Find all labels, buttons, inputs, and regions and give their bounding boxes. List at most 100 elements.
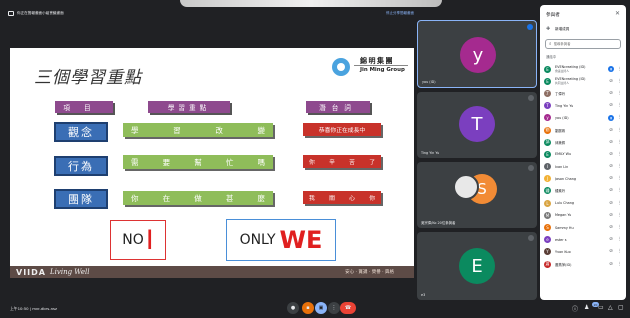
more-vert-icon[interactable]: ⋮ [618, 103, 623, 108]
activities-icon[interactable]: △ [608, 304, 613, 311]
info-icon[interactable]: ⓘ [572, 304, 578, 313]
more-vert-icon[interactable]: ⋮ [618, 128, 623, 133]
more-vert-icon[interactable]: ⋮ [618, 140, 623, 145]
participant-row[interactable]: 劉劉麗珠 ⊘ ⋮ [544, 124, 624, 136]
point-row-3: 你 在 做 甚 麼 [123, 191, 273, 205]
mic-muted-icon [528, 165, 534, 171]
participant-row[interactable]: E EVENcreating (ID) 共同主持人 ⊘ ⋮ [544, 75, 624, 87]
point-char: 習 [173, 125, 181, 135]
mic-muted-icon[interactable]: ⊘ [608, 103, 614, 109]
participant-row[interactable]: L Lulu Chang ⊘ ⋮ [544, 197, 624, 209]
stop-presenting-link[interactable]: 停止分享簡報畫面 [386, 11, 414, 16]
participant-name: ester s [555, 238, 597, 242]
mic-muted-icon[interactable]: ⊘ [608, 261, 614, 267]
search-input[interactable] [553, 42, 614, 46]
participant-row[interactable]: E EMILY Wu ⊘ ⋮ [544, 148, 624, 160]
participant-name-text: Ting Yin Yu [555, 103, 574, 108]
chat-icon[interactable]: ▭ [598, 304, 604, 311]
participant-name: EVENcreating (ID) 會議主持人 [555, 65, 597, 73]
participant-row[interactable]: Y Yvon Kuo ⊘ ⋮ [544, 246, 624, 258]
mic-muted-icon[interactable]: ⊘ [608, 139, 614, 145]
more-vert-icon[interactable]: ⋮ [618, 91, 623, 96]
participant-avatar: I [544, 163, 551, 171]
participant-avatar: e [544, 236, 551, 244]
mic-muted-icon[interactable]: ⊘ [608, 249, 614, 255]
participant-row[interactable]: T Ting Yin Yu ⊘ ⋮ [544, 100, 624, 112]
header-item: 項目 [55, 101, 113, 113]
participant-name-text: 鍾素玲 [555, 189, 566, 194]
participant-name: 蕭燕萍(ID) [555, 262, 597, 267]
speaking-icon[interactable]: ▮ [608, 114, 614, 121]
participant-tile[interactable]: T Ting Yin Yu [417, 92, 537, 158]
logo-english-name: Jin Ming Group [360, 67, 405, 73]
mic-muted-icon[interactable]: ⊘ [608, 90, 614, 96]
participant-row[interactable]: E EVENcreating (ID) 會議主持人 ▮ ⋮ [544, 63, 624, 75]
mic-muted-icon[interactable]: ⊘ [608, 200, 614, 206]
participant-row[interactable]: 邱邱美佩 ⊘ ⋮ [544, 136, 624, 148]
participant-tile[interactable]: E e3 [417, 232, 537, 300]
mic-muted-icon[interactable]: ⊘ [608, 212, 614, 218]
participant-tile[interactable]: y you (ID) [417, 20, 537, 88]
participant-name: 劉麗珠 [555, 128, 597, 133]
mic-muted-icon [528, 95, 534, 101]
category-team: 團隊 [54, 189, 108, 209]
more-vert-icon[interactable]: ⋮ [618, 262, 623, 267]
more-vert-icon[interactable]: ⋮ [618, 152, 623, 157]
mic-muted-icon[interactable]: ⊘ [608, 151, 614, 157]
participant-row[interactable]: I Ivan Lin ⊘ ⋮ [544, 161, 624, 173]
present-button[interactable]: ▣ [315, 302, 327, 314]
more-vert-icon[interactable]: ⋮ [618, 188, 623, 193]
company-logo: 錦明集團 Jin Ming Group [332, 56, 412, 78]
avatar: E [459, 248, 495, 284]
footer-tagline: Living Well [49, 268, 90, 276]
camera-button[interactable]: ▪ [302, 302, 314, 314]
participant-row[interactable]: J Jason Chang ⊘ ⋮ [544, 173, 624, 185]
more-vert-icon[interactable]: ⋮ [618, 176, 623, 181]
mic-muted-icon[interactable]: ⊘ [608, 78, 614, 84]
mic-muted-icon[interactable]: ⊘ [608, 188, 614, 194]
only-text: ONLY [239, 232, 276, 248]
point-char: 要 [162, 157, 171, 167]
participant-row[interactable]: 鍾鍾素玲 ⊘ ⋮ [544, 185, 624, 197]
more-vert-icon[interactable]: ⋮ [618, 79, 623, 84]
tile-name: you (ID) [422, 80, 436, 84]
mic-muted-icon[interactable]: ⊘ [608, 127, 614, 133]
more-vert-icon[interactable]: ⋮ [618, 225, 623, 230]
participant-name: Jason Chang [555, 177, 597, 181]
leave-call-button[interactable]: ☎ [340, 302, 356, 314]
participant-row[interactable]: M Megan Yu ⊘ ⋮ [544, 209, 624, 221]
mic-muted-icon[interactable]: ⊘ [608, 176, 614, 182]
more-vert-icon[interactable]: ⋮ [618, 249, 623, 254]
more-vert-icon[interactable]: ⋮ [618, 213, 623, 218]
participant-row[interactable]: 蕭蕭燕萍(ID) ⊘ ⋮ [544, 258, 624, 270]
close-icon[interactable]: ✕ [615, 10, 620, 17]
mic-muted-icon [528, 235, 534, 241]
subtext-char: 辛 [329, 160, 335, 166]
participant-tile[interactable]: S 吳宗偉/Ko 20位參與者 [417, 162, 537, 228]
participant-avatar: S [544, 224, 551, 232]
speaking-icon[interactable]: ▮ [608, 66, 614, 73]
more-vert-icon[interactable]: ⋮ [618, 115, 623, 120]
mic-button[interactable]: ● [287, 302, 299, 314]
add-people-button[interactable]: ✚ 新增成員 [546, 27, 569, 32]
more-vert-icon[interactable]: ⋮ [618, 201, 623, 206]
participant-row[interactable]: e ester s ⊘ ⋮ [544, 234, 624, 246]
subtext-char: 你 [369, 196, 375, 202]
more-vert-icon[interactable]: ⋮ [618, 164, 623, 169]
subtext-char: 我 [309, 196, 315, 202]
mic-muted-icon[interactable]: ⊘ [608, 237, 614, 243]
point-char: 需 [131, 157, 139, 167]
participant-name-text: 蕭燕萍(ID) [555, 262, 572, 267]
search-field[interactable]: ⌕ [545, 39, 621, 49]
more-vert-icon[interactable]: ⋮ [618, 67, 623, 72]
more-vert-icon[interactable]: ⋮ [618, 237, 623, 242]
more-options-button[interactable]: ⋮ [328, 302, 340, 314]
lock-icon[interactable]: ▢ [618, 304, 624, 311]
people-icon[interactable]: ♟ [584, 304, 589, 311]
participant-row[interactable]: S Sammy Hu ⊘ ⋮ [544, 221, 624, 233]
participant-row[interactable]: 丁丁偉玲 ⊘ ⋮ [544, 87, 624, 99]
mic-muted-icon[interactable]: ⊘ [608, 225, 614, 231]
participant-row[interactable]: y you (ID) ▮ ⋮ [544, 112, 624, 124]
participant-role: 會議主持人 [555, 69, 569, 74]
mic-muted-icon[interactable]: ⊘ [608, 164, 614, 170]
